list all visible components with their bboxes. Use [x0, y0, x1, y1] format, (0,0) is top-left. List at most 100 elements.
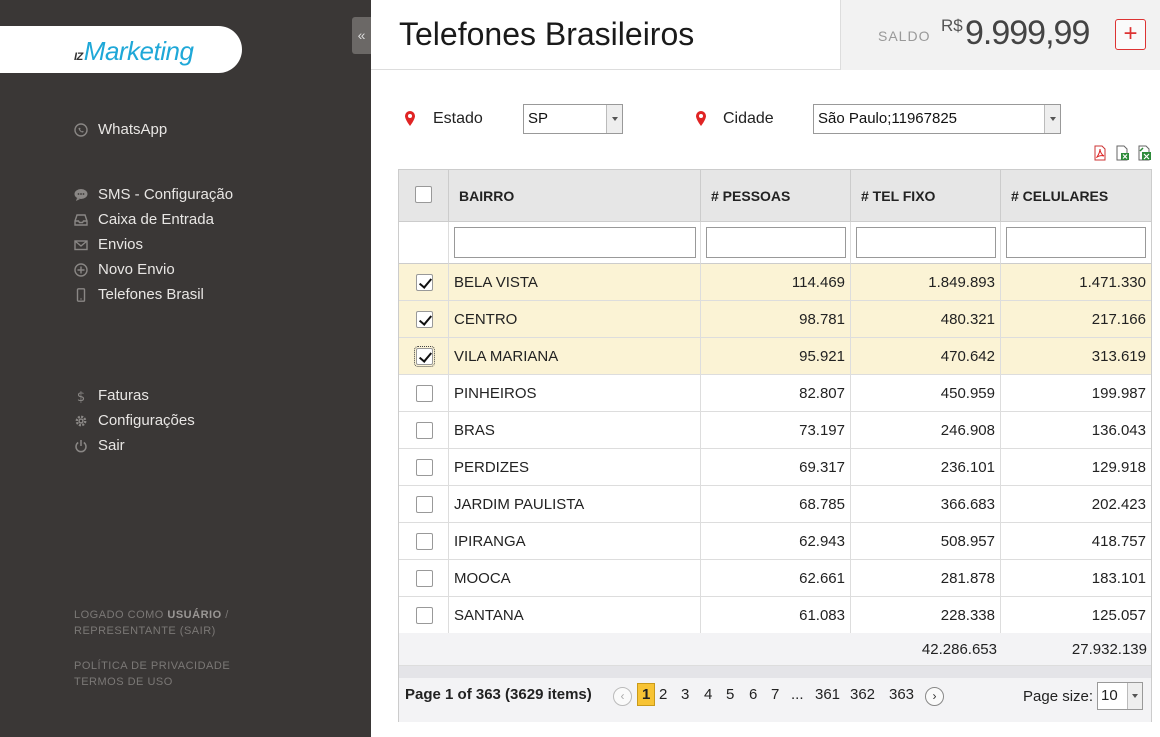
cell-tel-fixo: 281.878 — [851, 560, 1001, 597]
separator: / — [225, 609, 229, 621]
cell-bairro: SANTANA — [449, 597, 701, 634]
export-pdf-icon[interactable] — [1092, 145, 1108, 161]
cell-tel-fixo: 246.908 — [851, 412, 1001, 449]
cidade-select[interactable]: São Paulo;11967825 — [813, 104, 1061, 134]
sidebar-item-label: Sair — [98, 437, 125, 454]
sidebar-item-whatsapp[interactable]: WhatsApp — [74, 117, 167, 142]
inbox-icon — [74, 213, 88, 227]
column-header-pessoas[interactable]: # PESSOAS — [701, 170, 851, 222]
row-select-cell — [399, 338, 449, 375]
cell-pessoas: 98.781 — [701, 301, 851, 338]
export-toolbar — [1092, 145, 1152, 161]
filter-cell-pessoas — [701, 222, 851, 264]
cidade-label: Cidade — [723, 110, 774, 127]
sidebar-item-faturas[interactable]: $ Faturas — [74, 383, 195, 408]
cell-celulares: 202.423 — [1001, 486, 1151, 523]
page-link[interactable]: 3 — [681, 686, 689, 703]
sidebar: IZMarketing « WhatsApp SMS - Configuraçã… — [0, 0, 371, 737]
row-checkbox[interactable] — [416, 311, 433, 328]
page-link[interactable]: 6 — [749, 686, 757, 703]
chevron-down-icon[interactable] — [1127, 683, 1142, 709]
row-select-cell — [399, 486, 449, 523]
page-size-select[interactable]: 10 — [1097, 682, 1143, 710]
cell-pessoas: 61.083 — [701, 597, 851, 634]
privacy-policy-link[interactable]: POLÍTICA DE PRIVACIDADE — [74, 658, 230, 674]
cell-pessoas: 62.943 — [701, 523, 851, 560]
filter-row-spacer — [399, 222, 449, 264]
collapse-sidebar-button[interactable]: « — [352, 17, 371, 54]
row-checkbox[interactable] — [416, 607, 433, 624]
row-checkbox[interactable] — [416, 459, 433, 476]
sidebar-item-sms-config[interactable]: SMS - Configuração — [74, 182, 233, 207]
estado-label: Estado — [433, 110, 483, 127]
filter-input-pessoas[interactable] — [706, 227, 846, 258]
export-xlsx-icon[interactable] — [1136, 145, 1152, 161]
filter-input-tel-fixo[interactable] — [856, 227, 996, 258]
row-checkbox[interactable] — [416, 274, 433, 291]
row-checkbox[interactable] — [416, 570, 433, 587]
filter-cell-tel-fixo — [851, 222, 1001, 264]
cell-celulares: 1.471.330 — [1001, 264, 1151, 301]
chevron-left-icon[interactable]: ‹ — [613, 687, 632, 706]
chevron-down-icon[interactable] — [606, 105, 622, 133]
sidebar-item-label: Configurações — [98, 412, 195, 429]
page-link[interactable]: 2 — [659, 686, 667, 703]
sidebar-item-inbox[interactable]: Caixa de Entrada — [74, 207, 233, 232]
row-checkbox[interactable] — [416, 496, 433, 513]
terms-link[interactable]: TERMOS DE USO — [74, 674, 230, 690]
estado-select[interactable]: SP — [523, 104, 623, 134]
cell-pessoas: 95.921 — [701, 338, 851, 375]
logo[interactable]: IZMarketing — [0, 26, 242, 73]
filter-input-celulares[interactable] — [1006, 227, 1146, 258]
row-checkbox[interactable] — [416, 385, 433, 402]
page-link[interactable]: 363 — [889, 686, 914, 703]
row-checkbox[interactable] — [414, 346, 435, 367]
nav-group-account: $ Faturas Configurações Sair — [74, 383, 195, 458]
dollar-icon: $ — [74, 389, 88, 403]
chevron-right-icon[interactable]: › — [925, 687, 944, 706]
sidebar-item-envios[interactable]: Envios — [74, 232, 233, 257]
column-header-bairro[interactable]: BAIRRO — [449, 170, 701, 222]
sidebar-item-telefones-brasil[interactable]: Telefones Brasil — [74, 282, 233, 307]
balance-box: SALDO R$ 9.999,99 + — [840, 0, 1160, 70]
filter-cell-bairro — [449, 222, 701, 264]
cell-bairro: BELA VISTA — [449, 264, 701, 301]
total-celulares: 27.932.139 — [1071, 641, 1147, 658]
export-xls-icon[interactable] — [1114, 145, 1130, 161]
row-select-cell — [399, 264, 449, 301]
page-link[interactable]: 362 — [850, 686, 875, 703]
row-select-cell — [399, 523, 449, 560]
row-select-cell — [399, 301, 449, 338]
pager: Page 1 of 363 (3629 items) ‹ 1 2 3 4 5 6 7... 3… — [399, 666, 1151, 722]
cell-celulares: 125.057 — [1001, 597, 1151, 634]
cell-tel-fixo: 236.101 — [851, 449, 1001, 486]
page-link[interactable]: 1 — [637, 683, 656, 706]
page-link[interactable]: 361 — [815, 686, 840, 703]
page-size-value: 10 — [1101, 687, 1118, 704]
sidebar-item-novo-envio[interactable]: Novo Envio — [74, 257, 233, 282]
column-header-tel-fixo[interactable]: # TEL FIXO — [851, 170, 1001, 222]
add-balance-button[interactable]: + — [1115, 19, 1146, 50]
sidebar-item-sair[interactable]: Sair — [74, 433, 195, 458]
svg-text:$: $ — [77, 390, 85, 403]
user-link[interactable]: USUÁRIO — [167, 609, 221, 621]
representative-logout-link[interactable]: REPRESENTANTE (SAIR) — [74, 625, 216, 637]
chevron-down-icon[interactable] — [1044, 105, 1060, 133]
mail-icon — [74, 238, 88, 252]
row-checkbox[interactable] — [416, 422, 433, 439]
sidebar-item-configuracoes[interactable]: Configurações — [74, 408, 195, 433]
select-all-checkbox[interactable] — [415, 186, 432, 203]
logo-prefix: IZ — [74, 51, 83, 63]
page-link[interactable]: 7 — [771, 686, 779, 703]
cell-celulares: 418.757 — [1001, 523, 1151, 560]
row-checkbox[interactable] — [416, 533, 433, 550]
column-header-celulares[interactable]: # CELULARES — [1001, 170, 1151, 222]
sidebar-item-label: Caixa de Entrada — [98, 211, 214, 228]
cell-tel-fixo: 508.957 — [851, 523, 1001, 560]
page-link[interactable]: 4 — [704, 686, 712, 703]
cell-celulares: 129.918 — [1001, 449, 1151, 486]
cell-pessoas: 68.785 — [701, 486, 851, 523]
page-link[interactable]: 5 — [726, 686, 734, 703]
filter-input-bairro[interactable] — [454, 227, 696, 258]
sidebar-item-label: Envios — [98, 236, 144, 253]
